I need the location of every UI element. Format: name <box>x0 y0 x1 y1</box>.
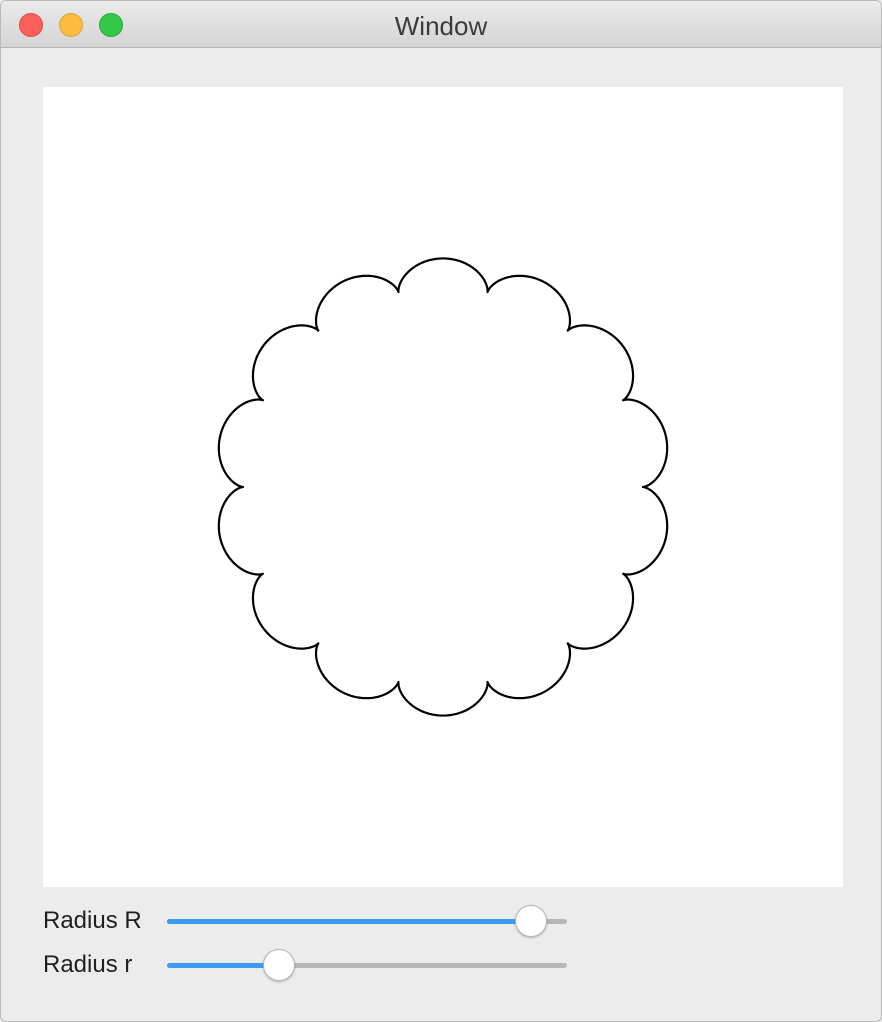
drawing-canvas <box>43 87 843 887</box>
app-window: Window Radius R Radius r <box>0 0 882 1022</box>
radius-r-thumb[interactable] <box>263 949 295 981</box>
curve-svg <box>217 257 669 717</box>
radius-r-control: Radius r <box>43 949 583 983</box>
radius-R-control: Radius R <box>43 905 583 939</box>
radius-r-slider[interactable] <box>167 949 567 981</box>
radius-R-slider[interactable] <box>167 905 567 937</box>
radius-r-label: Radius r <box>43 951 133 978</box>
radius-R-thumb[interactable] <box>515 905 547 937</box>
window-title: Window <box>394 11 488 41</box>
radius-R-fill <box>167 919 531 924</box>
epicycloid-curve <box>217 257 669 717</box>
radius-R-label: Radius R <box>43 907 142 934</box>
title-bar[interactable]: Window <box>1 1 881 48</box>
